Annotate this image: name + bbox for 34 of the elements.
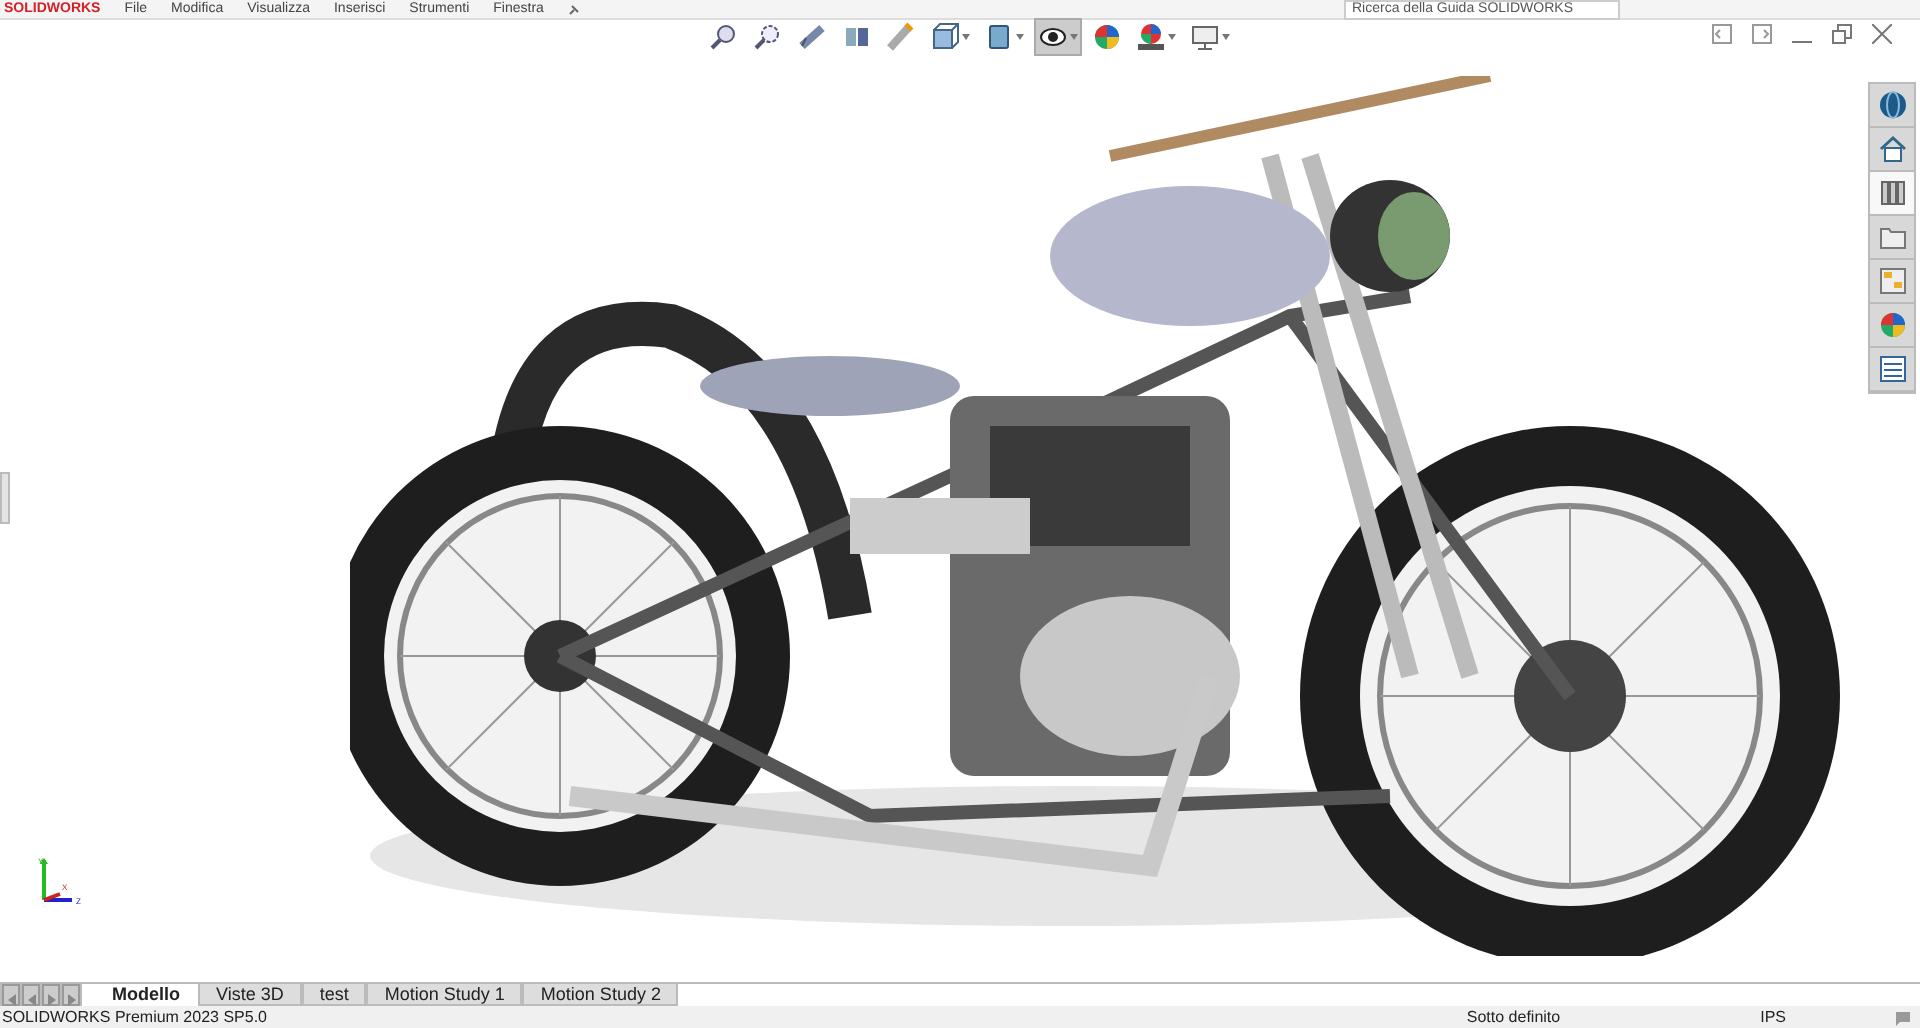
axis-triad-drawing	[40, 858, 72, 902]
monitor-icon	[1190, 21, 1220, 51]
caret-icon	[1016, 33, 1024, 39]
caret-icon	[1168, 33, 1176, 39]
panel-handle[interactable]	[0, 472, 10, 524]
status-text: Sotto definito	[1466, 1005, 1561, 1028]
grid-icon	[1877, 266, 1907, 296]
list-icon	[1877, 354, 1907, 384]
magnifier-icon	[754, 21, 784, 51]
close-icon[interactable]	[1872, 24, 1892, 44]
task-pane-tab[interactable]	[1870, 172, 1914, 216]
sheet-tab[interactable]: Motion Study 2	[522, 984, 679, 1006]
sheet-tab[interactable]: Viste 3D	[198, 984, 302, 1006]
color-ball-icon	[1877, 310, 1907, 340]
home-icon	[1877, 134, 1907, 164]
globe-icon	[1877, 90, 1907, 120]
color-ball-icon	[1136, 21, 1166, 51]
caret-icon	[1222, 33, 1230, 39]
folder-icon	[1877, 222, 1907, 252]
restore-icon[interactable]	[1832, 24, 1852, 44]
panel-left-icon[interactable]	[1712, 24, 1732, 44]
pencil-icon	[886, 21, 916, 51]
sheet-tab[interactable]: Motion Study 1	[366, 984, 523, 1006]
status-text: SOLIDWORKS Premium 2023 SP5.0	[2, 1005, 267, 1028]
books-icon	[1877, 178, 1907, 208]
caret-icon	[962, 33, 970, 39]
units-text[interactable]: IPS	[1760, 1005, 1786, 1028]
toolbar-button[interactable]	[1034, 17, 1082, 55]
sheet-tab[interactable]: test	[301, 984, 367, 1006]
panel-right-icon[interactable]	[1752, 24, 1772, 44]
magnifier-icon	[710, 21, 740, 51]
color-ball-icon	[1092, 21, 1122, 51]
pin-icon[interactable]	[567, 3, 580, 15]
caret-icon	[1070, 33, 1078, 39]
